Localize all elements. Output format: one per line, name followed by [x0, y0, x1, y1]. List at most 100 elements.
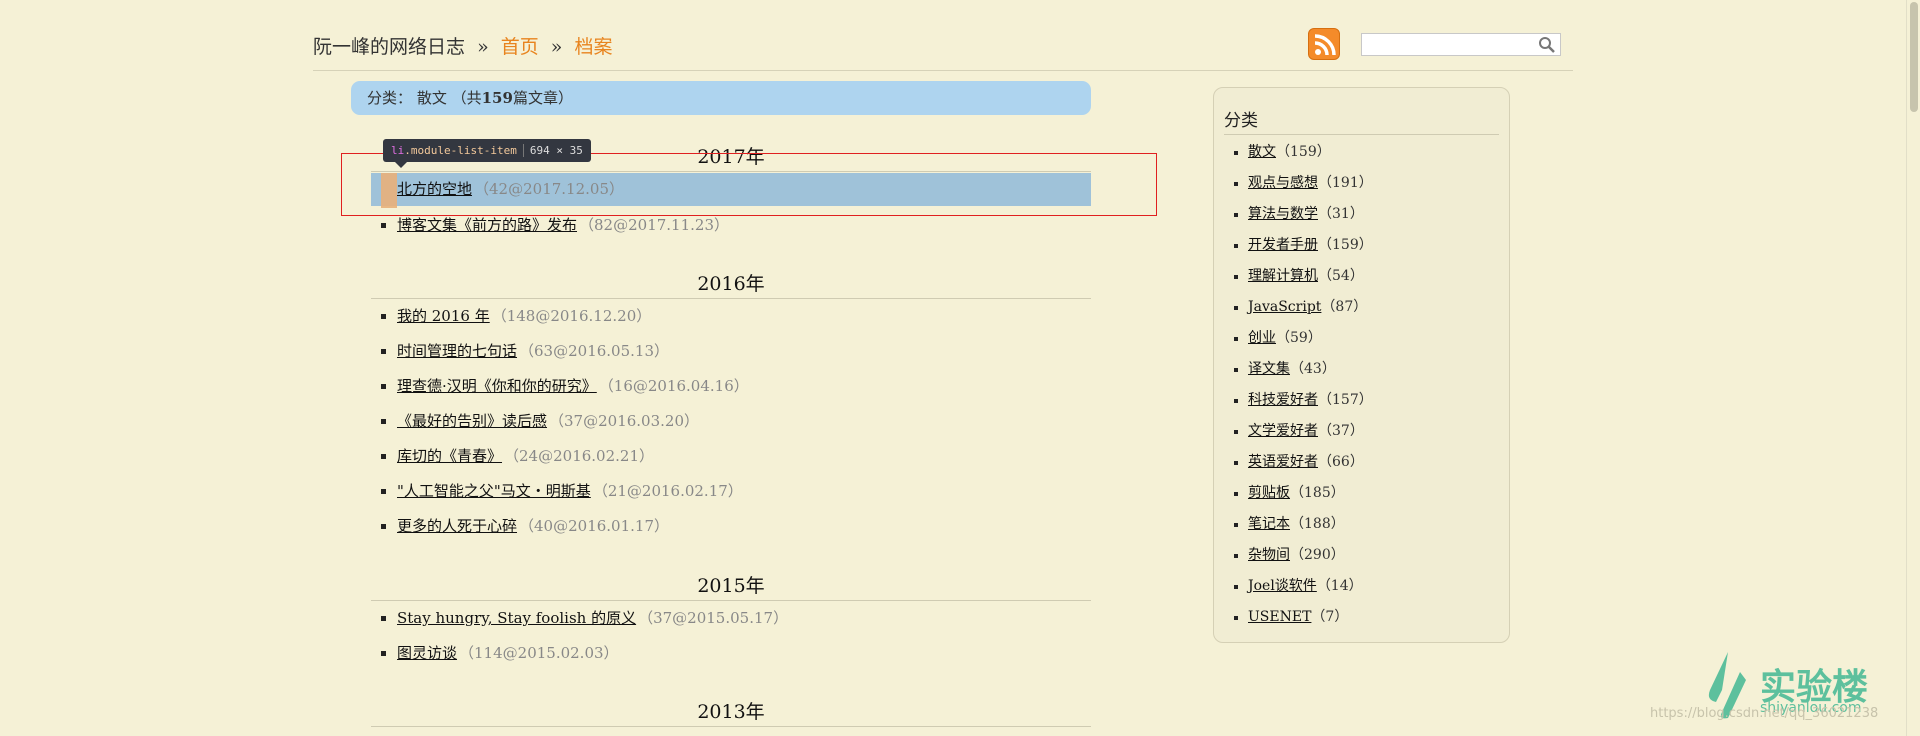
list-bullet: [381, 384, 386, 389]
sidebar-count: （159）: [1318, 237, 1373, 253]
sidebar-link[interactable]: 散文: [1248, 144, 1276, 160]
list-bullet: [381, 651, 386, 656]
post-link[interactable]: Stay hungry, Stay foolish 的原义 （37@2015.05…: [397, 603, 788, 633]
sidebar-link[interactable]: 杂物间: [1248, 547, 1290, 563]
scrollbar-thumb[interactable]: [1910, 2, 1918, 112]
sidebar-item: Joel谈软件（14）: [1234, 571, 1373, 602]
search-input[interactable]: [1362, 34, 1530, 56]
tooltip-class: .module-list-item: [404, 144, 517, 157]
list-bullet: [1234, 244, 1238, 248]
post-meta: （114@2015.02.03）: [459, 644, 619, 662]
list-bullet: [381, 454, 386, 459]
sidebar-item: 文学爱好者（37）: [1234, 416, 1373, 447]
post-meta: （16@2016.04.16）: [598, 377, 749, 395]
sidebar-count: （43）: [1290, 361, 1336, 377]
list-item: "人工智能之父"马文・明斯基 （21@2016.02.17）: [371, 476, 1091, 506]
sidebar-item: 科技爱好者（157）: [1234, 385, 1373, 416]
sidebar-link[interactable]: 算法与数学: [1248, 206, 1318, 222]
sidebar-link[interactable]: 文学爱好者: [1248, 423, 1318, 439]
list-item: 库切的《青春》 （24@2016.02.21）: [371, 441, 1091, 471]
list-bullet: [381, 419, 386, 424]
blog-url-watermark: https://blog.csdn.net/qq_36021238: [1650, 706, 1879, 721]
sidebar-category-list: 散文（159） 观点与感想（191） 算法与数学（31） 开发者手册（159） …: [1234, 137, 1373, 633]
post-link[interactable]: 图灵访谈 （114@2015.02.03）: [397, 638, 619, 668]
breadcrumb-separator: »: [550, 36, 563, 58]
sidebar-count: （185）: [1290, 485, 1345, 501]
sidebar-item: 理解计算机（54）: [1234, 261, 1373, 292]
sidebar-item: 笔记本（188）: [1234, 509, 1373, 540]
sidebar-link[interactable]: 理解计算机: [1248, 268, 1318, 284]
sidebar-link[interactable]: JavaScript: [1248, 299, 1321, 315]
category-count: 159: [481, 89, 513, 107]
sidebar-link[interactable]: 英语爱好者: [1248, 454, 1318, 470]
post-link[interactable]: 《最好的告别》读后感 （37@2016.03.20）: [397, 406, 699, 436]
category-bar: 分类： 散文 （共159篇文章）: [351, 81, 1091, 115]
sidebar-count: （31）: [1318, 206, 1364, 222]
search-icon[interactable]: [1538, 36, 1556, 58]
sidebar-link[interactable]: 笔记本: [1248, 516, 1290, 532]
list-bullet: [1234, 461, 1238, 465]
sidebar-link[interactable]: 开发者手册: [1248, 237, 1318, 253]
sidebar-link[interactable]: USENET: [1248, 609, 1311, 625]
list-bullet: [1234, 585, 1238, 589]
post-link[interactable]: 我的 2016 年（148@2016.12.20）: [397, 301, 651, 331]
sidebar-item: USENET（7）: [1234, 602, 1373, 633]
post-link[interactable]: 库切的《青春》 （24@2016.02.21）: [397, 441, 654, 471]
list-item: Stay hungry, Stay foolish 的原义 （37@2015.05…: [371, 603, 1091, 633]
post-meta: （24@2016.02.21）: [504, 447, 654, 465]
post-meta: （148@2016.12.20）: [491, 307, 652, 325]
category-colon: ：: [397, 89, 413, 107]
category-name: 散文: [416, 89, 447, 107]
sidebar-count: （188）: [1290, 516, 1345, 532]
sidebar-item: 算法与数学（31）: [1234, 199, 1373, 230]
category-label-link[interactable]: 分类: [367, 89, 397, 107]
list-item: 理查德·汉明《你和你的研究》 （16@2016.04.16）: [371, 371, 1091, 401]
sidebar-count: （37）: [1318, 423, 1364, 439]
list-bullet: [1234, 368, 1238, 372]
sidebar-link[interactable]: 创业: [1248, 330, 1276, 346]
list-bullet: [1234, 430, 1238, 434]
list-bullet: [1234, 213, 1238, 217]
list-bullet: [381, 524, 386, 529]
sidebar-count: （191）: [1318, 175, 1373, 191]
list-bullet: [381, 314, 386, 319]
list-bullet: [381, 349, 386, 354]
list-bullet: [1234, 337, 1238, 341]
post-link[interactable]: 时间管理的七句话 （63@2016.05.13）: [397, 336, 669, 366]
list-bullet: [1234, 275, 1238, 279]
list-item: 图灵访谈 （114@2015.02.03）: [371, 638, 1091, 668]
sidebar-item: 杂物间（290）: [1234, 540, 1373, 571]
sidebar-link[interactable]: 观点与感想: [1248, 175, 1318, 191]
sidebar-count: （290）: [1290, 547, 1345, 563]
sidebar-item: 英语爱好者（66）: [1234, 447, 1373, 478]
year-heading: 2016年: [371, 269, 1091, 299]
post-link[interactable]: "人工智能之父"马文・明斯基 （21@2016.02.17）: [397, 476, 743, 506]
vertical-scrollbar[interactable]: [1906, 0, 1920, 736]
sidebar-count: （54）: [1318, 268, 1364, 284]
site-title-link[interactable]: 阮一峰的网络日志: [313, 36, 465, 58]
tooltip-dimensions: 694 × 35: [522, 144, 583, 157]
list-item: 《最好的告别》读后感 （37@2016.03.20）: [371, 406, 1091, 436]
sidebar-link[interactable]: 剪贴板: [1248, 485, 1290, 501]
sidebar-item: 剪贴板（185）: [1234, 478, 1373, 509]
home-link[interactable]: 首页: [501, 36, 539, 58]
category-count-prefix: （共: [451, 89, 482, 107]
post-link[interactable]: 更多的人死于心碎 （40@2016.01.17）: [397, 511, 669, 541]
post-meta: （40@2016.01.17）: [519, 517, 669, 535]
list-bullet: [1234, 306, 1238, 310]
post-link[interactable]: 理查德·汉明《你和你的研究》 （16@2016.04.16）: [397, 371, 749, 401]
archive-link[interactable]: 档案: [574, 36, 612, 58]
search-box: [1361, 33, 1561, 56]
devtools-inspect-outline: [341, 153, 1157, 216]
list-bullet: [381, 223, 386, 228]
rss-feed-icon[interactable]: [1308, 28, 1340, 60]
sidebar-link[interactable]: 译文集: [1248, 361, 1290, 377]
sidebar-count: （66）: [1318, 454, 1364, 470]
category-count-suffix: 篇文章）: [512, 89, 573, 107]
sidebar-link[interactable]: Joel谈软件: [1248, 578, 1317, 594]
year-heading: 2015年: [371, 571, 1091, 601]
devtools-tooltip: li.module-list-item 694 × 35: [383, 139, 591, 168]
list-bullet: [381, 489, 386, 494]
sidebar-link[interactable]: 科技爱好者: [1248, 392, 1318, 408]
post-meta: （37@2015.05.17）: [638, 609, 789, 627]
